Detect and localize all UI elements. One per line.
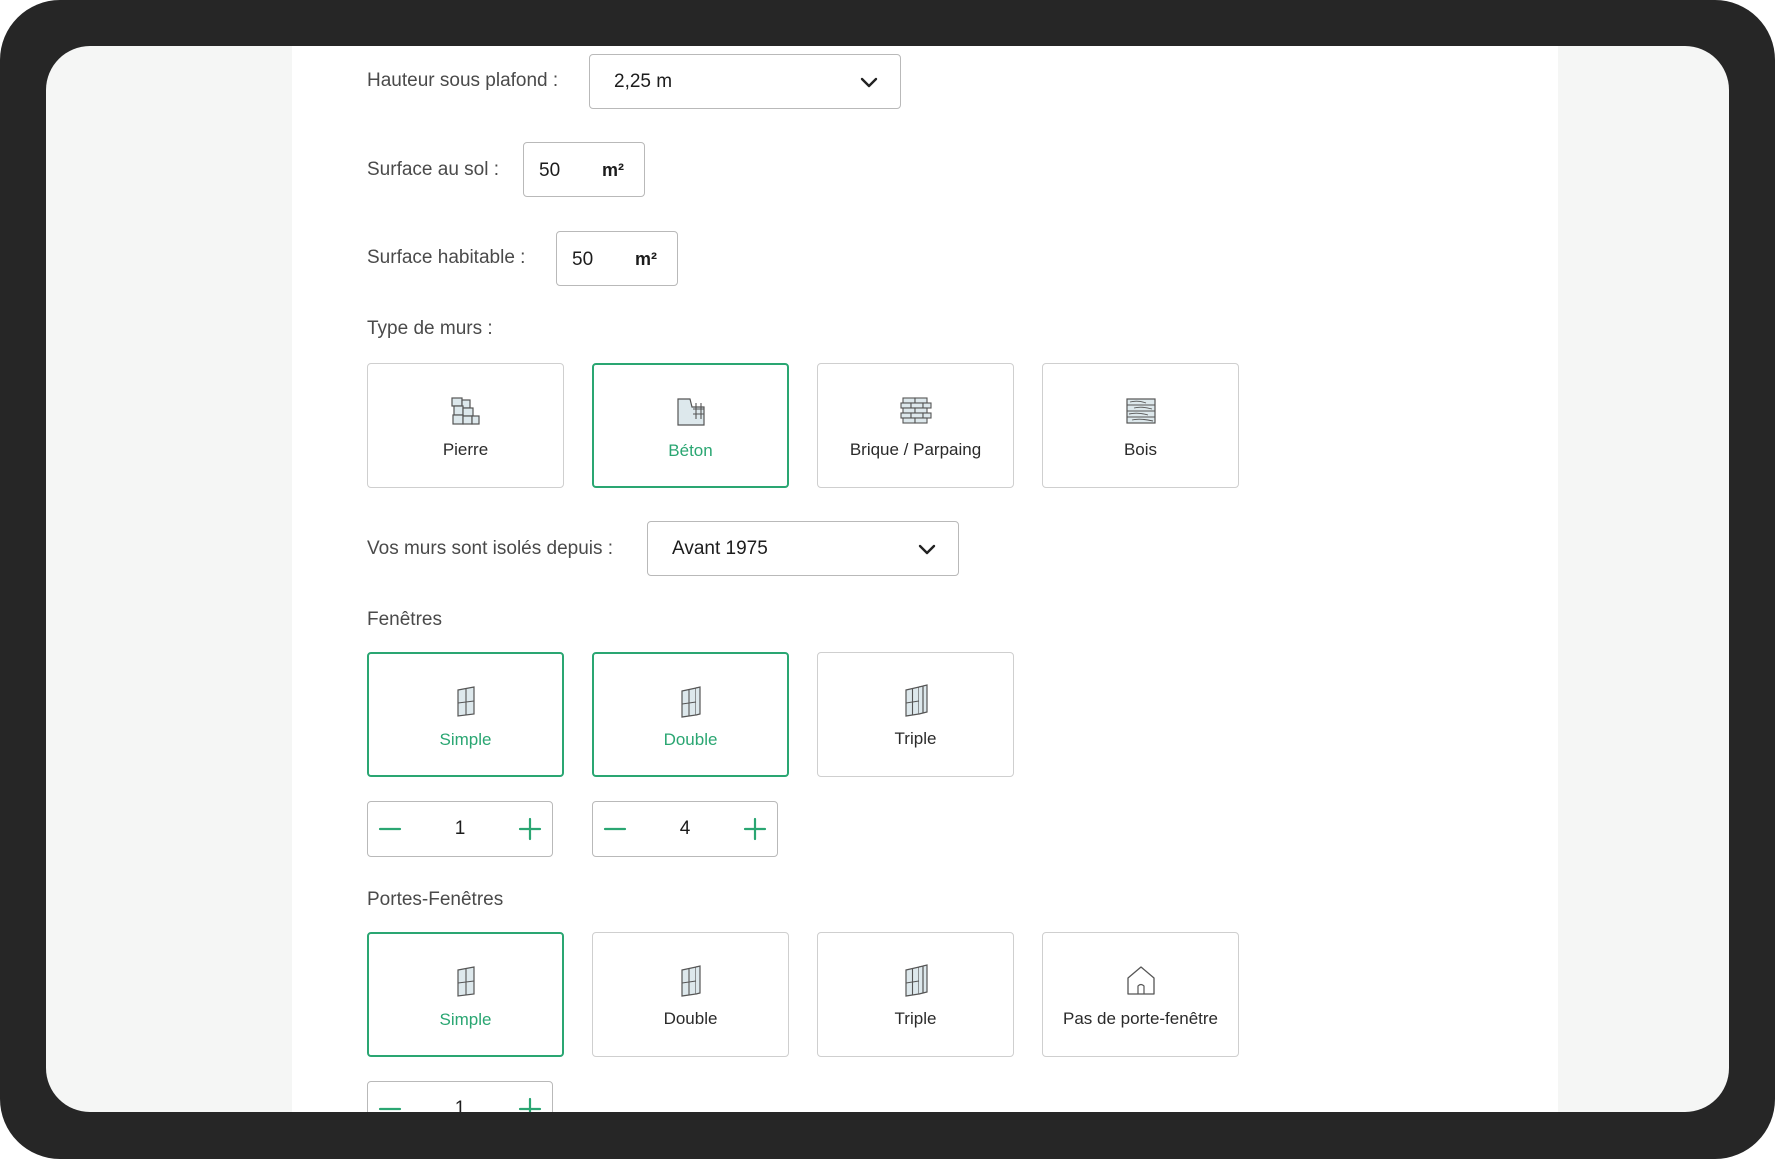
floor-area-input[interactable]: 50 m² xyxy=(523,142,645,197)
french-window-option-label: Pas de porte-fenêtre xyxy=(1063,1009,1218,1028)
screen: Hauteur sous plafond : 2,25 m Surface au… xyxy=(46,46,1729,1112)
window-option-simple[interactable]: Simple xyxy=(367,652,564,777)
wall-option-brique[interactable]: Brique / Parpaing xyxy=(817,363,1014,488)
triple-window-icon xyxy=(904,684,928,717)
triple-window-icon xyxy=(904,964,928,997)
single-window-icon xyxy=(456,966,475,997)
ceiling-height-value: 2,25 m xyxy=(614,71,673,92)
ceiling-height-label: Hauteur sous plafond : xyxy=(367,70,559,91)
floor-area-label: Surface au sol : xyxy=(367,159,500,180)
minus-icon[interactable] xyxy=(601,815,629,843)
living-area-input[interactable]: 50 m² xyxy=(556,231,678,286)
brick-wall-icon xyxy=(899,397,932,424)
living-area-unit: m² xyxy=(635,249,657,269)
french-window-option-label: Triple xyxy=(894,1009,937,1028)
living-area-label: Surface habitable : xyxy=(367,247,526,268)
window-double-count[interactable]: 4 xyxy=(633,818,737,840)
insulation-value: Avant 1975 xyxy=(672,538,768,559)
french-window-option-none[interactable]: Pas de porte-fenêtre xyxy=(1042,932,1239,1057)
form-panel: Hauteur sous plafond : 2,25 m Surface au… xyxy=(292,46,1558,1112)
minus-icon[interactable] xyxy=(376,815,404,843)
windows-label: Fenêtres xyxy=(367,609,442,630)
wall-option-label: Bois xyxy=(1123,440,1158,459)
floor-area-unit: m² xyxy=(602,160,624,180)
double-window-icon xyxy=(680,965,701,997)
insulation-select[interactable]: Avant 1975 xyxy=(647,521,959,576)
wall-option-label: Pierre xyxy=(442,440,489,459)
concrete-wall-icon xyxy=(676,398,705,426)
french-window-option-label: Double xyxy=(663,1009,718,1028)
window-simple-count[interactable]: 1 xyxy=(408,818,512,840)
chevron-down-icon xyxy=(860,77,878,88)
french-window-option-label: Simple xyxy=(439,1010,492,1029)
french-window-simple-count[interactable]: 1 xyxy=(408,1098,512,1112)
device-frame: Hauteur sous plafond : 2,25 m Surface au… xyxy=(0,0,1775,1159)
house-icon xyxy=(1126,966,1155,995)
wood-wall-icon xyxy=(1125,398,1156,424)
ceiling-height-select[interactable]: 2,25 m xyxy=(589,54,901,109)
window-double-stepper[interactable]: 4 xyxy=(592,801,778,857)
french-window-option-double[interactable]: Double xyxy=(592,932,789,1057)
single-window-icon xyxy=(456,686,475,717)
floor-area-value: 50 xyxy=(539,160,561,181)
insulation-label: Vos murs sont isolés depuis : xyxy=(367,538,614,559)
french-window-simple-stepper[interactable]: 1 xyxy=(367,1081,553,1112)
window-simple-stepper[interactable]: 1 xyxy=(367,801,553,857)
french-window-option-simple[interactable]: Simple xyxy=(367,932,564,1057)
stone-wall-icon xyxy=(450,397,480,425)
wall-option-label: Béton xyxy=(668,441,713,460)
french-windows-label: Portes-Fenêtres xyxy=(367,889,504,910)
window-option-label: Simple xyxy=(439,730,492,749)
chevron-down-icon xyxy=(918,544,936,555)
wall-option-bois[interactable]: Bois xyxy=(1042,363,1239,488)
living-area-value: 50 xyxy=(572,249,594,270)
window-option-label: Double xyxy=(663,730,718,749)
french-window-option-triple[interactable]: Triple xyxy=(817,932,1014,1057)
wall-option-label: Brique / Parpaing xyxy=(849,440,982,459)
plus-icon[interactable] xyxy=(741,815,769,843)
wall-option-beton[interactable]: Béton xyxy=(592,363,789,488)
window-option-triple[interactable]: Triple xyxy=(817,652,1014,777)
minus-icon[interactable] xyxy=(376,1095,404,1112)
window-option-label: Triple xyxy=(894,729,937,748)
wall-option-pierre[interactable]: Pierre xyxy=(367,363,564,488)
double-window-icon xyxy=(680,686,701,718)
window-option-double[interactable]: Double xyxy=(592,652,789,777)
plus-icon[interactable] xyxy=(516,815,544,843)
plus-icon[interactable] xyxy=(516,1095,544,1112)
wall-type-label: Type de murs : xyxy=(367,318,493,339)
